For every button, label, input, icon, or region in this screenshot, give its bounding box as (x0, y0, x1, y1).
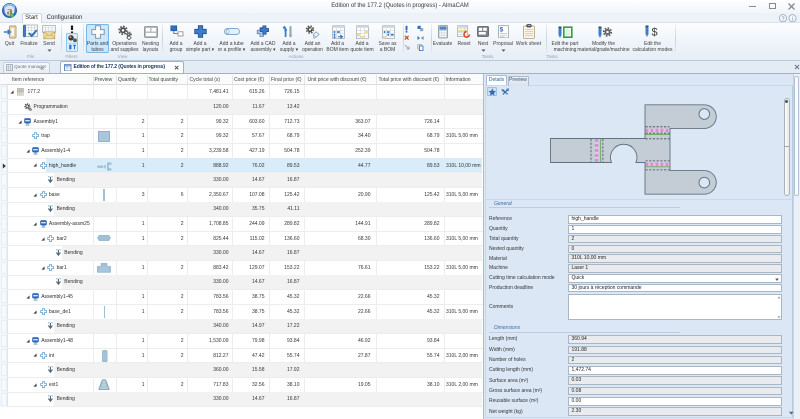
svg-text:i: i (792, 16, 793, 22)
svg-text:?: ? (781, 16, 784, 22)
svg-text:$: $ (500, 26, 504, 33)
svg-text:$: $ (651, 27, 657, 39)
